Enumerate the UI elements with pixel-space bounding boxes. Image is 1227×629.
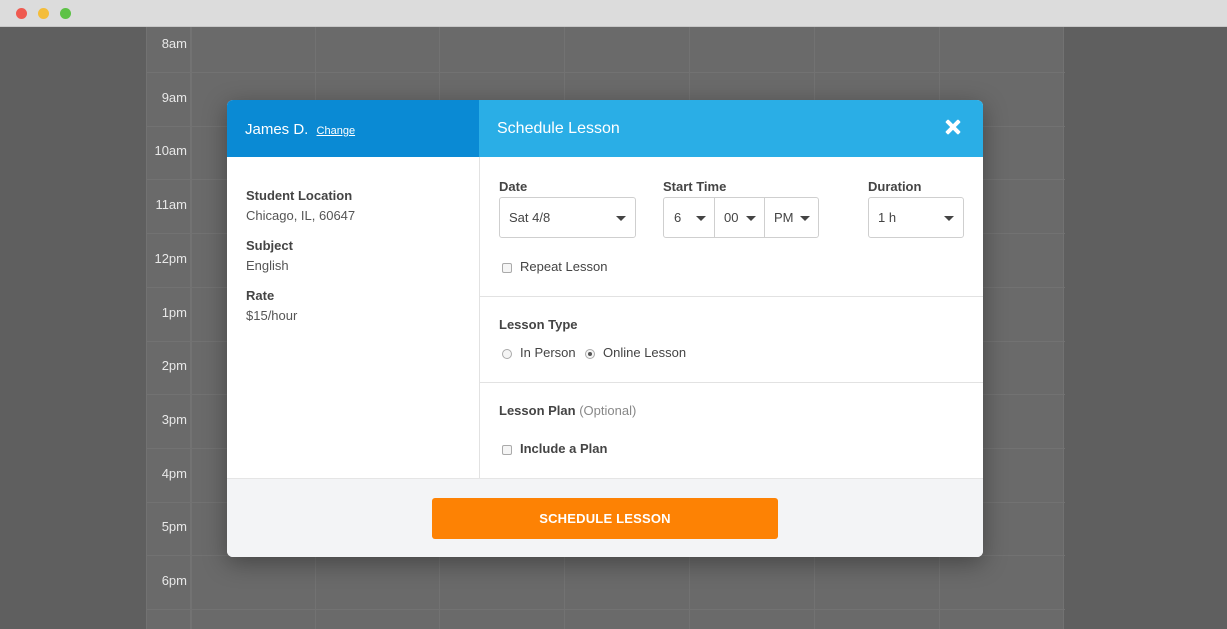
duration-value: 1 h [878, 210, 897, 225]
duration-select[interactable]: 1 h [868, 197, 964, 238]
chevron-down-icon [944, 216, 954, 221]
maximize-window-button[interactable] [60, 8, 71, 19]
change-student-link[interactable]: Change [317, 125, 356, 137]
time-label: 3pm [161, 411, 187, 427]
hour-select[interactable]: 6 [664, 198, 714, 237]
modal-header: Schedule Lesson [479, 100, 983, 157]
repeat-lesson-checkbox[interactable] [502, 263, 512, 273]
start-time-label: Start Time [663, 179, 727, 194]
close-icon[interactable] [943, 117, 963, 137]
student-info-panel: Student Location Chicago, IL, 60647 Subj… [227, 157, 480, 478]
date-value: Sat 4/8 [509, 210, 551, 225]
lesson-plan-title: Lesson Plan [499, 403, 576, 418]
grid-row-line [147, 609, 1065, 610]
in-person-label[interactable]: In Person [520, 345, 576, 360]
ampm-value: PM [774, 210, 794, 225]
date-select[interactable]: Sat 4/8 [499, 197, 636, 238]
include-plan-label[interactable]: Include a Plan [520, 441, 607, 456]
location-label: Student Location [246, 188, 353, 203]
rate-value: $15/hour [246, 308, 298, 323]
include-plan-checkbox[interactable] [502, 445, 512, 455]
modal-footer: SCHEDULE LESSON [227, 478, 983, 557]
minute-select[interactable]: 00 [715, 198, 764, 237]
in-person-radio[interactable] [502, 349, 512, 359]
student-name: James D. [245, 121, 309, 138]
hour-value: 6 [674, 210, 682, 225]
time-label: 12pm [154, 250, 187, 266]
time-column [147, 27, 191, 629]
schedule-lesson-button[interactable]: SCHEDULE LESSON [432, 498, 778, 539]
lesson-plan-section: Lesson Plan (Optional) Include a Plan [480, 383, 983, 478]
time-label: 5pm [161, 519, 187, 535]
grid-column-line [191, 27, 192, 629]
time-label: 10am [154, 143, 187, 159]
subject-label: Subject [246, 238, 293, 253]
lesson-form: Date Sat 4/8 Start Time 6 00 PM Duration… [480, 157, 983, 478]
chevron-down-icon [746, 216, 756, 221]
time-label: 2pm [161, 358, 187, 374]
time-label: 9am [161, 89, 187, 105]
time-label: 8am [161, 36, 187, 51]
time-label: 4pm [161, 465, 187, 481]
repeat-lesson-label[interactable]: Repeat Lesson [520, 259, 607, 274]
ampm-select[interactable]: PM [765, 198, 818, 237]
window-titlebar [0, 0, 1227, 27]
student-header: James D. Change [227, 100, 479, 157]
lesson-type-section: Lesson Type In Person Online Lesson [480, 297, 983, 383]
minimize-window-button[interactable] [38, 8, 49, 19]
location-value: Chicago, IL, 60647 [246, 208, 356, 223]
start-time-group: 6 00 PM [663, 197, 819, 238]
online-lesson-label[interactable]: Online Lesson [603, 345, 686, 360]
time-label: 6pm [161, 573, 187, 588]
lesson-plan-label: Lesson Plan (Optional) [499, 403, 636, 418]
online-lesson-radio[interactable] [585, 349, 595, 359]
subject-value: English [246, 258, 289, 273]
minute-value: 00 [724, 210, 739, 225]
schedule-lesson-modal: James D. Change Schedule Lesson Student … [227, 100, 983, 557]
grid-row-line [147, 72, 1065, 73]
rate-label: Rate [246, 288, 275, 303]
modal-title: Schedule Lesson [497, 120, 620, 137]
time-label: 1pm [161, 304, 187, 320]
optional-note: (Optional) [579, 403, 637, 418]
duration-label: Duration [868, 179, 922, 194]
date-time-section: Date Sat 4/8 Start Time 6 00 PM Duration… [480, 157, 983, 297]
close-window-button[interactable] [16, 8, 27, 19]
chevron-down-icon [616, 216, 626, 221]
lesson-type-label: Lesson Type [499, 317, 578, 332]
chevron-down-icon [696, 216, 706, 221]
chevron-down-icon [800, 216, 810, 221]
date-label: Date [499, 179, 528, 194]
time-label: 11am [155, 197, 187, 213]
